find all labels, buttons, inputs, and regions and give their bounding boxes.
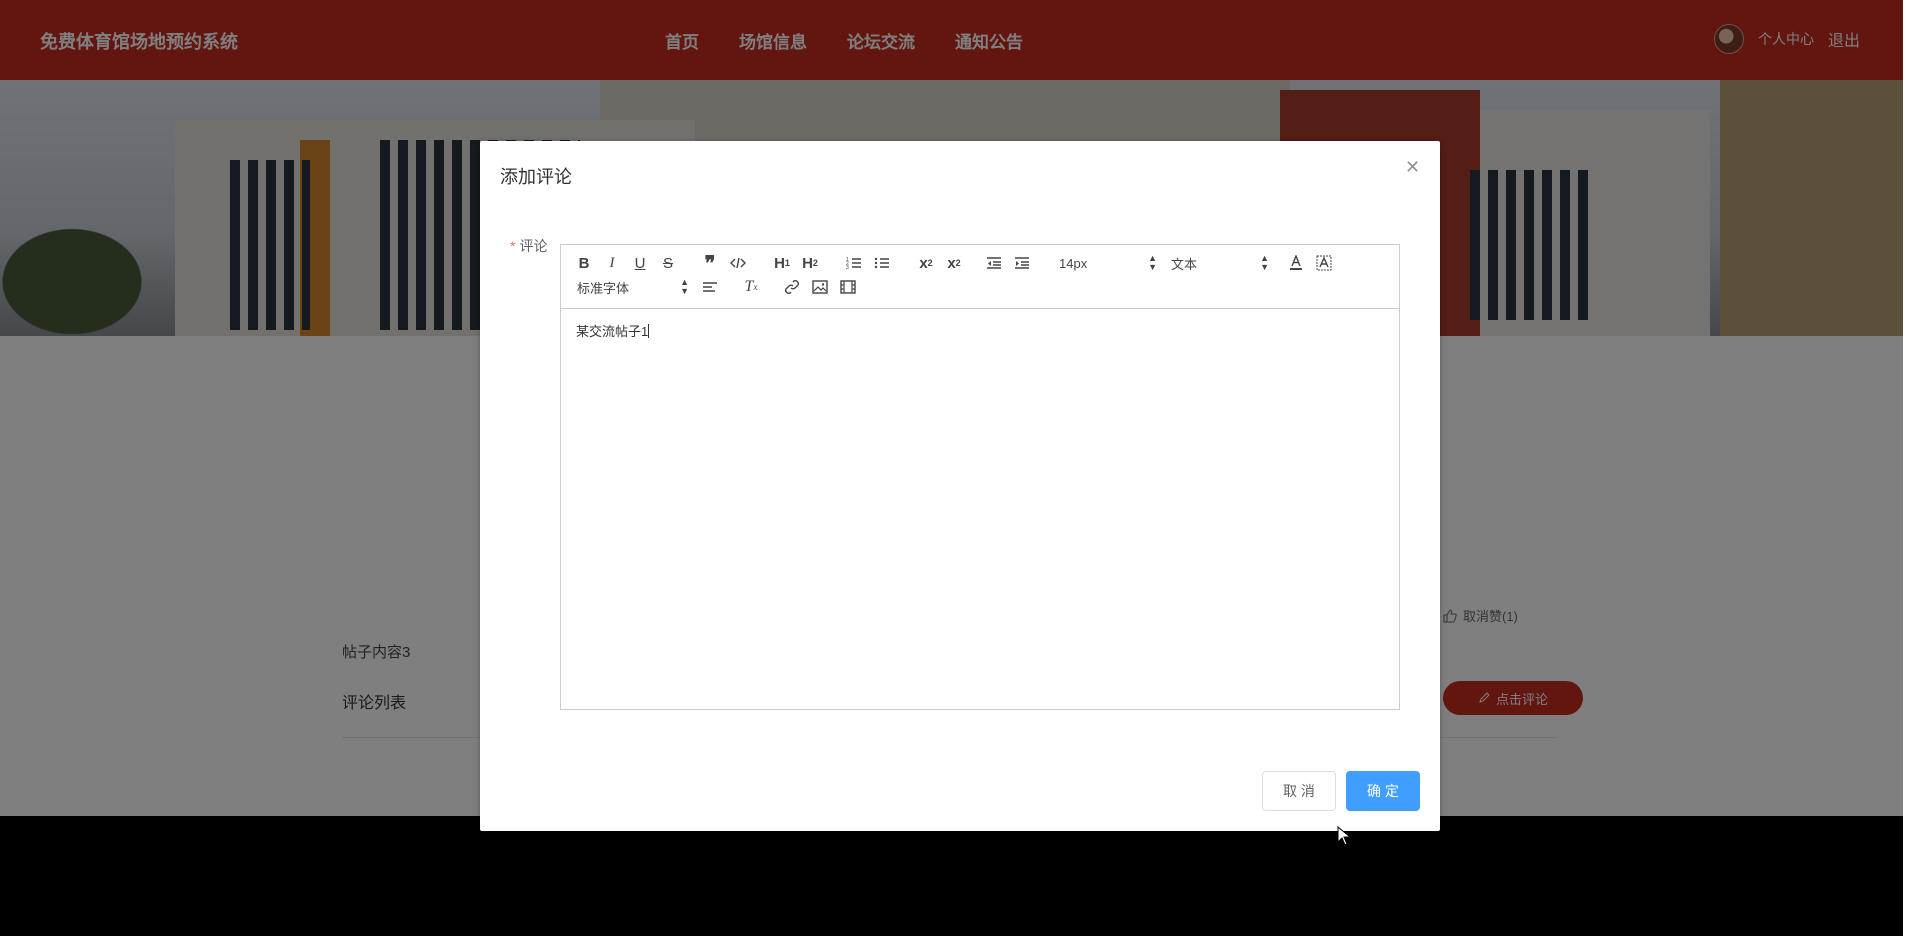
header-format-value: 文本 <box>1171 256 1198 272</box>
ordered-list-icon[interactable]: 123 <box>845 253 863 273</box>
italic-icon[interactable]: I <box>603 253 621 273</box>
font-family-value: 标准字体 <box>577 280 630 296</box>
background-color-icon[interactable] <box>1315 253 1333 273</box>
mouse-cursor-icon <box>1337 826 1351 846</box>
font-family-select[interactable]: 标准字体 ▲ ▼ <box>577 277 689 297</box>
strikethrough-icon[interactable]: S <box>659 253 677 273</box>
font-size-value: 14px <box>1059 255 1088 271</box>
select-arrows-icon: ▲ ▼ <box>680 277 689 296</box>
link-icon[interactable] <box>783 277 801 297</box>
image-icon[interactable] <box>811 277 829 297</box>
add-comment-dialog: 添加评论 ✕ * 评论 B I U S ❞ H1 H2 123 x2 x2 14p… <box>480 141 1440 831</box>
subscript-icon[interactable]: x2 <box>915 253 937 273</box>
cancel-button[interactable]: 取 消 <box>1262 771 1336 811</box>
text-caret <box>648 324 650 338</box>
editor-text: 某交流帖子1 <box>576 324 649 339</box>
outdent-icon[interactable] <box>985 253 1003 273</box>
superscript-icon[interactable]: x2 <box>943 253 965 273</box>
bold-icon[interactable]: B <box>575 253 593 273</box>
editor-content[interactable]: 某交流帖子1 <box>561 309 1399 709</box>
comment-field-label: * 评论 <box>510 236 547 256</box>
editor-toolbar: B I U S ❞ H1 H2 123 x2 x2 14px ▲ ▼ 文本 ▲ ▼ 标准… <box>561 245 1399 309</box>
page-scrollbar[interactable] <box>1903 0 1920 936</box>
align-left-icon[interactable] <box>701 277 719 297</box>
font-size-select[interactable]: 14px ▲ ▼ <box>1059 253 1157 273</box>
heading2-icon[interactable]: H2 <box>799 253 821 273</box>
select-arrows-icon: ▲ ▼ <box>1148 253 1157 272</box>
font-color-icon[interactable] <box>1287 253 1305 273</box>
indent-icon[interactable] <box>1013 253 1031 273</box>
close-icon[interactable]: ✕ <box>1405 158 1420 176</box>
svg-text:3: 3 <box>846 265 849 270</box>
underline-icon[interactable]: U <box>631 253 649 273</box>
code-block-icon[interactable] <box>729 253 747 273</box>
rich-text-editor: B I U S ❞ H1 H2 123 x2 x2 14px ▲ ▼ 文本 ▲ ▼ 标准… <box>560 244 1400 710</box>
confirm-button[interactable]: 确 定 <box>1346 771 1420 811</box>
comment-field-label-text: 评论 <box>519 238 548 254</box>
video-icon[interactable] <box>839 277 857 297</box>
clear-format-icon[interactable]: Tx <box>741 277 761 297</box>
header-format-select[interactable]: 文本 ▲ ▼ <box>1171 253 1269 273</box>
dialog-title: 添加评论 <box>500 167 572 187</box>
heading1-icon[interactable]: H1 <box>771 253 793 273</box>
blockquote-icon[interactable]: ❞ <box>701 253 719 275</box>
bullet-list-icon[interactable] <box>873 253 891 273</box>
required-asterisk: * <box>510 238 516 254</box>
select-arrows-icon: ▲ ▼ <box>1260 253 1269 272</box>
